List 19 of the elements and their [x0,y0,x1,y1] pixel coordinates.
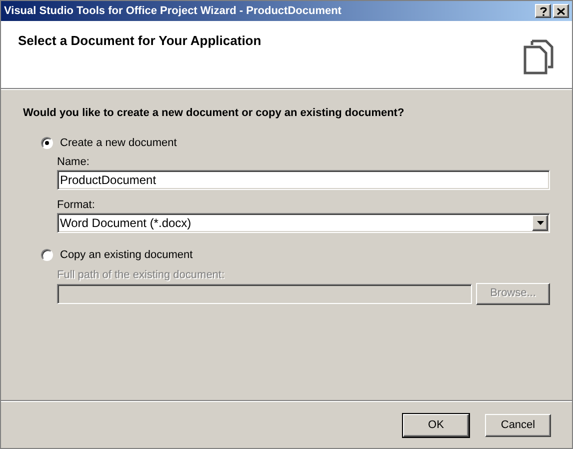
help-button[interactable] [535,4,551,18]
field-label: Name: [57,156,90,169]
close-button[interactable] [553,4,569,18]
window-title: Visual Studio Tools for Office Project Wizard - ProductDocument [4,4,342,19]
help-icon [540,6,546,16]
dialog-button[interactable]: Cancel [485,414,551,436]
radio-option[interactable]: Create a new document [41,134,550,151]
radio-option[interactable]: Copy an existing document [41,247,550,264]
radio-icon[interactable] [41,136,53,149]
header-title: Select a Document for Your Application [18,32,262,50]
field-label: Full path of the existing document: [57,268,226,282]
radio-icon[interactable] [41,249,53,262]
dropdown-value: Word Document (*.docx) [59,215,192,232]
format-dropdown[interactable]: Word Document (*.docx) [57,213,550,233]
question-text: Would you like to create a new document or copy an existing document? [23,106,406,121]
name-field[interactable]: ProductDocument [57,170,550,190]
field-label: Format: [57,199,96,212]
close-icon [557,8,565,14]
dialog-button[interactable]: OK [403,414,469,436]
